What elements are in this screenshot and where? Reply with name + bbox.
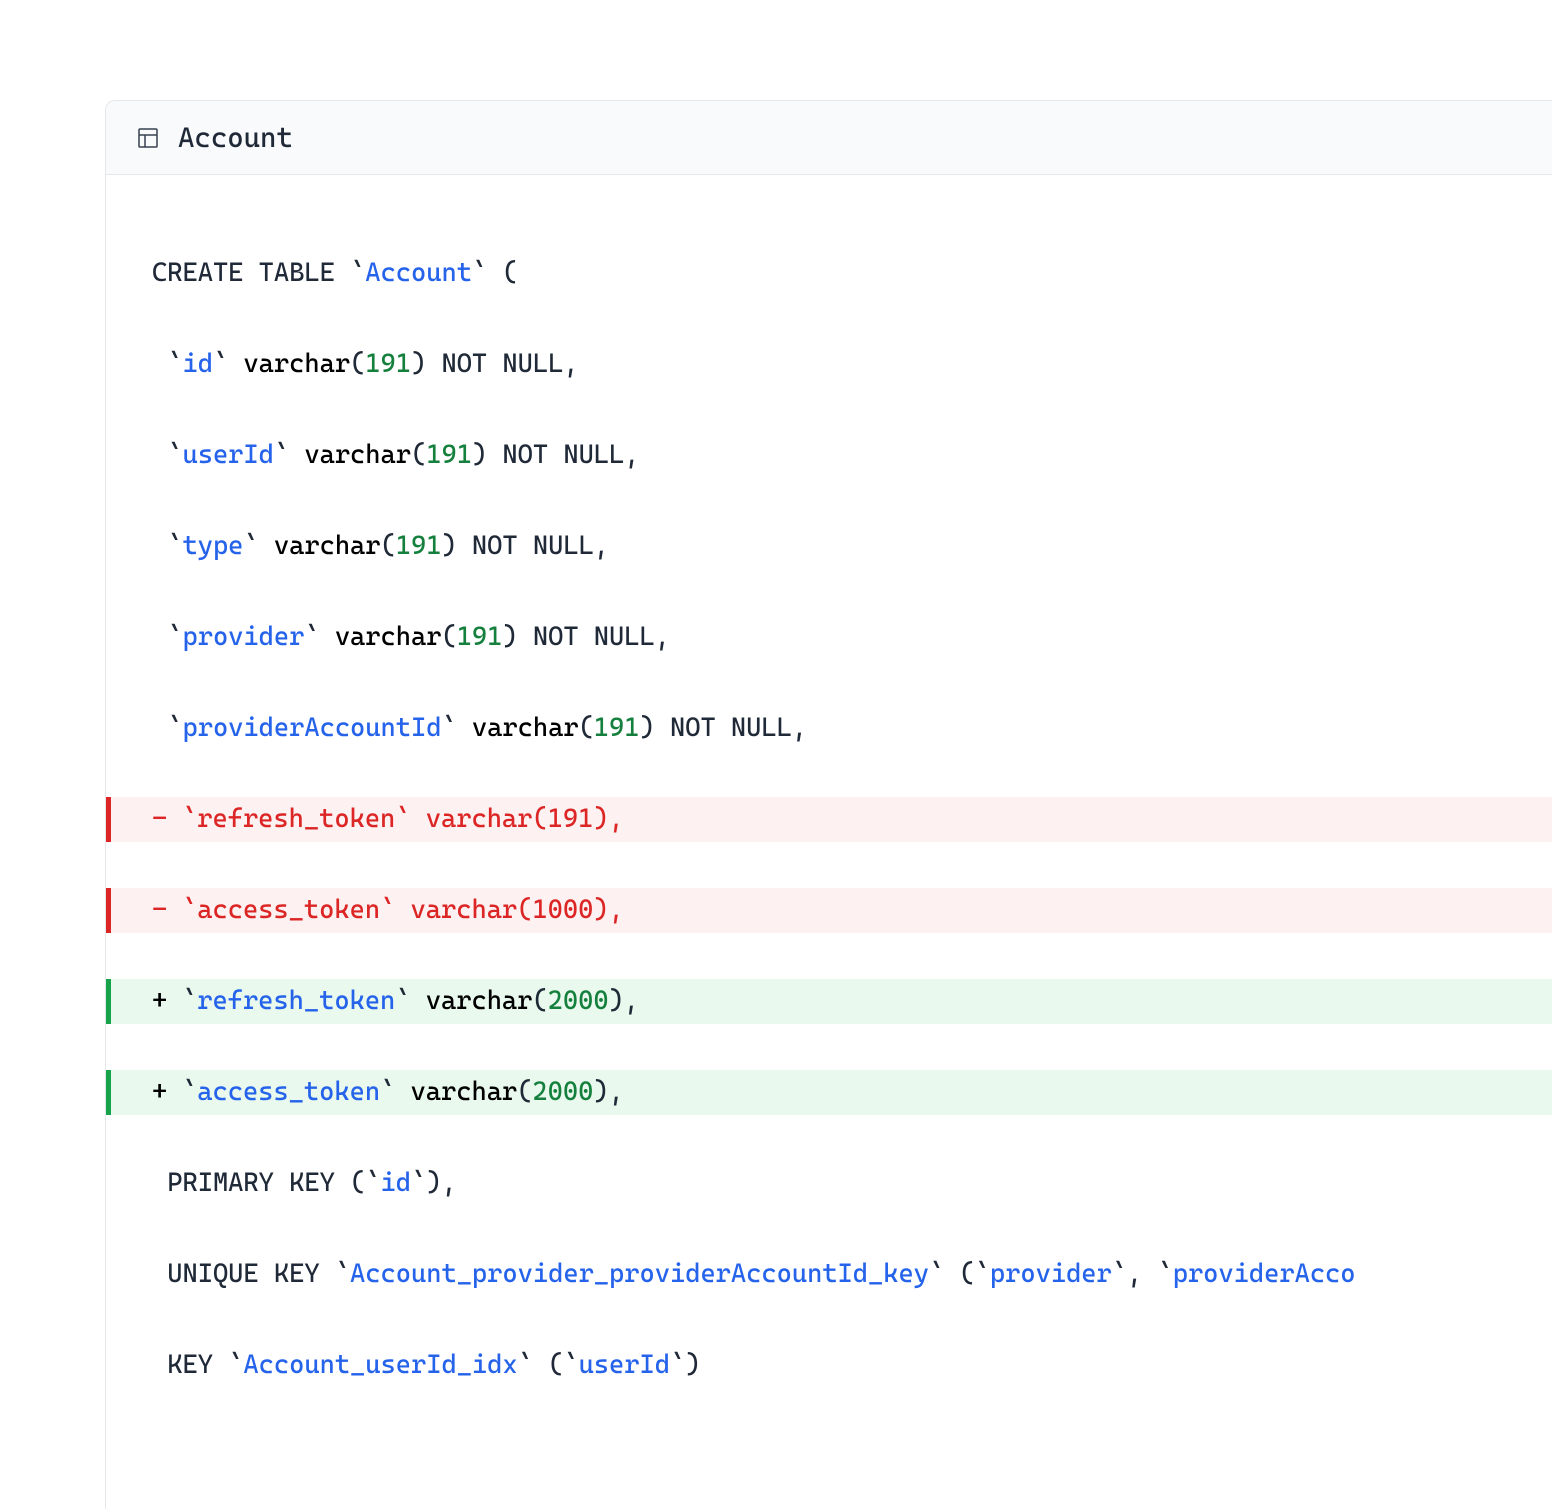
sql-line-added-refresh-token: +`refresh_token` varchar(2000),: [106, 979, 1552, 1025]
table-name-title: Account: [178, 121, 293, 154]
sql-line-provideraccountid: `providerAccountId` varchar(191) NOT NUL…: [106, 706, 1552, 752]
sql-line-id: `id` varchar(191) NOT NULL,: [106, 342, 1552, 388]
sql-line-unique-key: UNIQUE KEY `Account_provider_providerAcc…: [106, 1252, 1552, 1298]
sql-line-primary-key: PRIMARY KEY (`id`),: [106, 1161, 1552, 1207]
sql-line-type: `type` varchar(191) NOT NULL,: [106, 524, 1552, 570]
schema-diff-window: Account CREATE TABLE `Account` ( `id` va…: [105, 100, 1552, 1509]
sql-line-removed-access-token: -`access_token` varchar(1000),: [106, 888, 1552, 934]
sql-line-userid: `userId` varchar(191) NOT NULL,: [106, 433, 1552, 479]
sql-diff-code: CREATE TABLE `Account` ( `id` varchar(19…: [106, 175, 1552, 1509]
sql-line-added-access-token: +`access_token` varchar(2000),: [106, 1070, 1552, 1116]
sql-line-key-index: KEY `Account_userId_idx` (`userId`): [106, 1343, 1552, 1389]
window-header: Account: [106, 101, 1552, 175]
sql-line-provider: `provider` varchar(191) NOT NULL,: [106, 615, 1552, 661]
sql-line-removed-refresh-token: -`refresh_token` varchar(191),: [106, 797, 1552, 843]
sql-line-create: CREATE TABLE `Account` (: [106, 251, 1552, 297]
table-icon: [136, 126, 160, 150]
